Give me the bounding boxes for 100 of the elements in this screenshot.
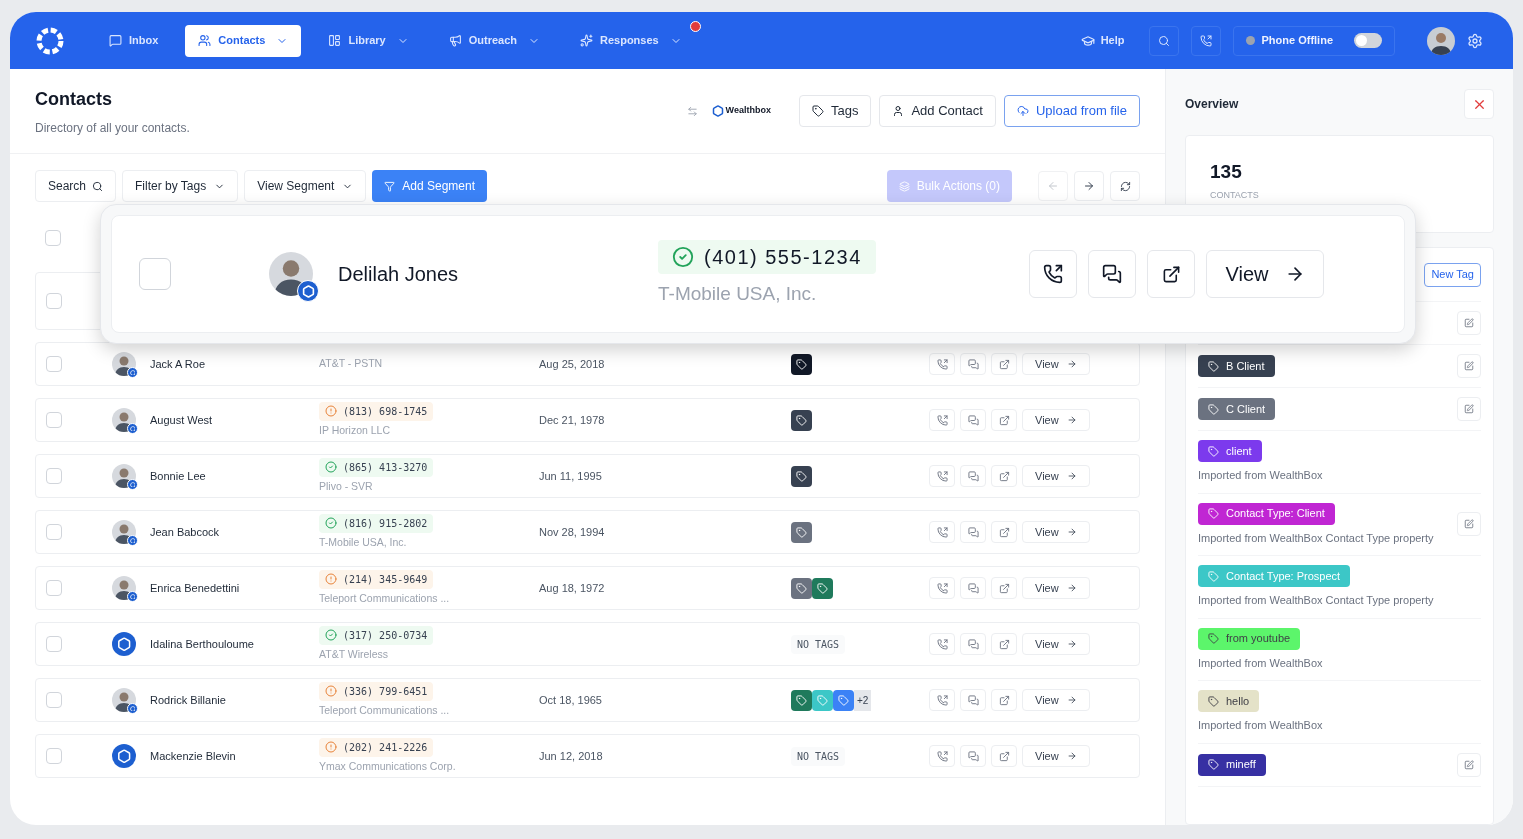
- contact-name: Bonnie Lee: [150, 468, 207, 484]
- carrier-name: Ymax Communications Corp.: [319, 758, 456, 774]
- edit-icon: [1464, 361, 1474, 371]
- arrow-right-icon: [1066, 695, 1077, 705]
- upload-button[interactable]: Upload from file: [1003, 95, 1140, 127]
- message-button[interactable]: [1088, 250, 1136, 298]
- external-link-icon: [998, 638, 1010, 650]
- row-checkbox[interactable]: [46, 748, 62, 764]
- row-checkbox[interactable]: [45, 230, 61, 246]
- row-checkbox[interactable]: [46, 412, 62, 428]
- view-button[interactable]: View: [1022, 577, 1090, 599]
- edit-button[interactable]: [1457, 354, 1481, 378]
- edit-button[interactable]: [1457, 512, 1481, 537]
- external-link-icon: [998, 750, 1010, 762]
- tag-icon: [1208, 403, 1219, 415]
- contact-name: Jean Babcock: [150, 524, 221, 540]
- sparkles-icon: [580, 34, 593, 47]
- search-button[interactable]: Search: [35, 170, 117, 202]
- sync-icon: [686, 105, 698, 117]
- phone-button[interactable]: [1190, 25, 1221, 56]
- date-text: Aug 25, 2018: [539, 356, 606, 372]
- tag-note: Imported from WealthBox: [1198, 655, 1323, 671]
- external-link-icon: [998, 694, 1010, 706]
- close-button[interactable]: [1464, 89, 1494, 119]
- phone-number: (214) 345-9649: [319, 569, 434, 589]
- refresh-button[interactable]: [1110, 171, 1140, 201]
- help-link[interactable]: Help: [1080, 32, 1125, 49]
- nav-tab[interactable]: Outreach: [435, 24, 553, 57]
- chat-icon: [967, 750, 979, 762]
- arrow-right-icon: [1066, 415, 1077, 425]
- edit-button[interactable]: [1457, 397, 1481, 421]
- tag-icon: [1208, 570, 1219, 582]
- phone-icon: [936, 358, 948, 370]
- phone-toggle[interactable]: [1354, 33, 1382, 48]
- arrow-right-icon: [1066, 471, 1077, 481]
- date-text: Dec 21, 1978: [539, 412, 606, 428]
- settings-icon[interactable]: [1467, 32, 1483, 49]
- external-link-icon: [998, 582, 1010, 594]
- chat-icon: [967, 694, 979, 706]
- external-link-icon: [998, 470, 1010, 482]
- page-subtitle: Directory of all your contacts.: [35, 119, 190, 137]
- edit-button[interactable]: [1457, 311, 1481, 335]
- chat-icon: [109, 34, 122, 47]
- segment-dropdown[interactable]: View Segment: [244, 170, 367, 202]
- carrier-name: AT&T - PSTN: [319, 356, 383, 372]
- row-checkbox[interactable]: [46, 293, 62, 309]
- chat-icon: [1102, 264, 1122, 284]
- edit-button[interactable]: [1457, 752, 1481, 777]
- row-checkbox[interactable]: [46, 580, 62, 596]
- no-tags-label: NO TAGS: [791, 634, 846, 654]
- tag-label: client: [1198, 440, 1262, 462]
- graduation-cap-icon: [1080, 33, 1095, 48]
- carrier-name: Teleport Communications ...: [319, 590, 450, 606]
- next-button[interactable]: [1074, 171, 1104, 201]
- view-button[interactable]: View: [1022, 633, 1090, 655]
- filter-dropdown[interactable]: Filter by Tags: [122, 170, 239, 202]
- arrow-right-icon: [1066, 527, 1077, 537]
- tag-icon: [1208, 695, 1219, 707]
- user-icon: [892, 105, 905, 117]
- add-button[interactable]: Add Contact: [879, 95, 996, 127]
- contact-name: Rodrick Billanie: [150, 692, 227, 708]
- tags-button[interactable]: Tags: [798, 95, 872, 127]
- view-button[interactable]: View: [1022, 689, 1090, 711]
- edit-icon: [1464, 318, 1474, 328]
- edit-icon: [1464, 404, 1474, 414]
- add-segment-button[interactable]: Add Segment: [372, 170, 488, 202]
- contact-name: Delilah Jones: [338, 262, 460, 287]
- row-checkbox[interactable]: [46, 692, 62, 708]
- nav-tab[interactable]: Library: [315, 24, 422, 57]
- chat-icon: [967, 414, 979, 426]
- contact-name: Jack A Roe: [150, 356, 207, 372]
- call-button[interactable]: [1029, 250, 1077, 298]
- row-checkbox[interactable]: [46, 636, 62, 652]
- row-checkbox[interactable]: [46, 356, 62, 372]
- tag-label: from youtube: [1198, 627, 1301, 650]
- view-button[interactable]: View: [1022, 745, 1090, 767]
- wealthbox-badge-icon: [127, 703, 138, 714]
- user-avatar[interactable]: [1427, 26, 1455, 55]
- nav-tab[interactable]: Inbox: [96, 24, 172, 57]
- arrow-left-icon: [1047, 180, 1059, 192]
- row-checkbox[interactable]: [46, 524, 62, 540]
- phone-icon: [936, 470, 948, 482]
- wealthbox-badge-icon: [127, 479, 138, 490]
- view-button[interactable]: View: [1022, 353, 1090, 375]
- view-button[interactable]: View: [1022, 521, 1090, 543]
- row-checkbox[interactable]: [139, 258, 171, 290]
- view-button[interactable]: View: [1022, 409, 1090, 431]
- nav-tab[interactable]: Contacts: [185, 24, 302, 57]
- row-checkbox[interactable]: [46, 468, 62, 484]
- view-button[interactable]: View: [1022, 465, 1090, 487]
- tag-icon: [1208, 445, 1219, 457]
- view-button[interactable]: View: [1206, 250, 1324, 298]
- new-tag-button[interactable]: New Tag: [1424, 262, 1481, 287]
- tag-icon: [796, 694, 807, 706]
- filter-icon: [384, 180, 396, 192]
- tag-icon: [811, 105, 824, 117]
- open-button[interactable]: [1147, 250, 1195, 298]
- tag-note: Imported from WealthBox: [1198, 468, 1323, 483]
- nav-tab[interactable]: Responses: [567, 24, 695, 57]
- search-button[interactable]: [1148, 25, 1179, 56]
